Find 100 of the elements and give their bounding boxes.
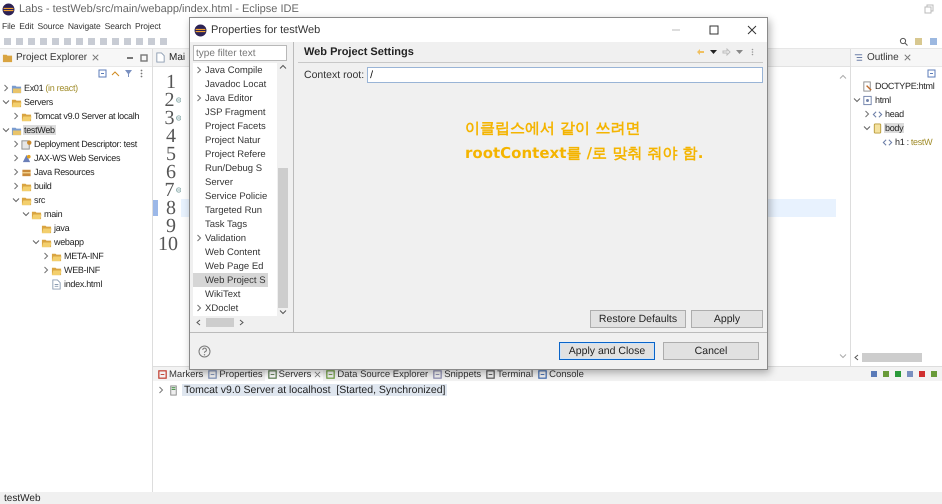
dropdown-icon[interactable] (709, 48, 718, 56)
collapse-chevron-icon[interactable] (2, 98, 10, 106)
tree-item[interactable]: Ex01 (in react) (0, 81, 81, 95)
tree-item[interactable]: java (0, 221, 74, 235)
scroll-down-icon[interactable] (279, 308, 287, 316)
expand-chevron-icon[interactable] (12, 182, 20, 190)
tree-item[interactable]: META-INF (0, 249, 108, 263)
dialog-button[interactable]: Apply (691, 310, 763, 328)
expand-chevron-icon[interactable] (195, 94, 203, 102)
collapse-chevron-icon[interactable] (2, 126, 10, 134)
collapse-all-icon[interactable] (98, 68, 107, 78)
preference-page-item[interactable]: Web Project S (193, 273, 268, 287)
tree-item[interactable]: body (851, 121, 904, 135)
dialog-button[interactable]: Restore Defaults (590, 310, 686, 328)
tree-item[interactable]: h1 : testW (851, 135, 932, 149)
close-icon[interactable] (747, 25, 757, 35)
tree-item[interactable]: Deployment Descriptor: test (0, 137, 141, 151)
tree-item[interactable]: Tomcat v9.0 Server at localh (0, 109, 144, 123)
preference-page-item[interactable]: Service Policie (193, 189, 270, 203)
link-icon[interactable] (111, 68, 120, 78)
expand-chevron-icon[interactable] (157, 386, 165, 394)
scroll-up-icon[interactable] (279, 63, 287, 71)
preference-page-item[interactable]: Java Editor (193, 91, 255, 105)
preference-page-item[interactable]: Run/Debug S (193, 161, 264, 175)
preference-page-item[interactable]: Web Content (193, 245, 262, 259)
expand-chevron-icon[interactable] (2, 84, 10, 92)
menu-item[interactable]: File (2, 21, 16, 31)
tree-item[interactable]: testWeb (0, 123, 59, 137)
preference-page-item[interactable]: Server (193, 175, 235, 189)
editor-tab[interactable]: Mai (168, 52, 186, 63)
tree-item[interactable]: index.html (0, 277, 106, 291)
collapse-chevron-icon[interactable] (863, 124, 871, 132)
line-number: 8 (165, 199, 176, 217)
preference-page-item[interactable]: Java Compile (193, 63, 265, 77)
preference-page-item[interactable]: JSP Fragment (193, 105, 268, 119)
expand-chevron-icon[interactable] (12, 154, 20, 162)
view-tab[interactable]: Properties (205, 367, 265, 381)
context-root-field[interactable]: / (367, 67, 763, 83)
expand-chevron-icon[interactable] (863, 110, 871, 118)
tree-item[interactable]: html (851, 93, 892, 107)
expand-chevron-icon[interactable] (12, 112, 20, 120)
view-tab[interactable]: Console (535, 367, 586, 381)
preference-page-item[interactable]: Project Refere (193, 147, 268, 161)
menu-item[interactable]: Edit (19, 21, 34, 31)
tree-item[interactable]: JAX-WS Web Services (0, 151, 124, 165)
server-row[interactable]: Tomcat v9.0 Server at localhost [Started, Synchronized] (153, 383, 942, 397)
view-tab[interactable]: Markers (155, 367, 206, 381)
fold-icon[interactable] (176, 115, 181, 121)
tree-item[interactable]: WEB-INF (0, 263, 104, 277)
fold-icon[interactable] (176, 97, 181, 103)
maximize-icon[interactable] (709, 25, 719, 35)
collapse-chevron-icon[interactable] (853, 96, 861, 104)
expand-chevron-icon[interactable] (42, 252, 50, 260)
preference-page-item[interactable]: Targeted Run (193, 203, 264, 217)
scroll-left-icon[interactable] (195, 319, 202, 326)
scrollbar-thumb[interactable] (206, 318, 234, 327)
tree-item[interactable]: head (851, 107, 905, 121)
preference-page-item[interactable]: Javadoc Locat (193, 77, 268, 91)
menu-item[interactable]: Search (104, 21, 131, 31)
expand-chevron-icon[interactable] (12, 168, 20, 176)
preference-page-item[interactable]: WikiText (193, 287, 242, 301)
collapse-chevron-icon[interactable] (12, 196, 20, 204)
view-tab[interactable]: Terminal (483, 367, 536, 381)
filter-field[interactable]: type filter text (193, 45, 287, 61)
tree-item[interactable]: Servers (0, 95, 57, 109)
dialog-button[interactable]: Cancel (663, 342, 759, 360)
collapse-chevron-icon[interactable] (32, 238, 40, 246)
menu-item[interactable]: Navigate (68, 21, 101, 31)
preference-page-item[interactable]: Task Tags (193, 217, 250, 231)
preference-page-item[interactable]: Validation (193, 231, 248, 245)
preference-page-item[interactable]: Project Facets (193, 119, 268, 133)
view-tab[interactable]: Snippets (430, 367, 484, 381)
tree-item[interactable]: DOCTYPE:html (851, 79, 936, 93)
expand-chevron-icon[interactable] (12, 140, 20, 148)
scroll-right-icon[interactable] (238, 319, 245, 326)
expand-chevron-icon[interactable] (42, 266, 50, 274)
collapse-all-icon[interactable] (927, 68, 936, 78)
scrollbar-thumb[interactable] (278, 168, 288, 308)
dialog-button[interactable]: Apply and Close (559, 342, 655, 360)
scrollbar-thumb[interactable] (862, 352, 922, 362)
tree-item[interactable]: webapp (0, 235, 88, 249)
servers-view-icon (266, 368, 278, 380)
tree-item[interactable]: main (0, 207, 66, 221)
view-tab[interactable]: Data Source Explorer (323, 367, 430, 381)
tree-item[interactable]: src (0, 193, 50, 207)
expand-chevron-icon[interactable] (195, 66, 203, 74)
scroll-left-icon[interactable] (853, 354, 860, 360)
expand-chevron-icon[interactable] (195, 304, 203, 312)
help-icon[interactable] (198, 344, 211, 358)
tree-item[interactable]: build (0, 179, 56, 193)
preference-page-item[interactable]: XDoclet (193, 301, 240, 315)
tree-item[interactable]: Java Resources (0, 165, 98, 179)
expand-chevron-icon[interactable] (195, 234, 203, 242)
fold-icon[interactable] (176, 187, 181, 193)
preference-page-item[interactable]: Web Page Ed (193, 259, 266, 273)
preference-page-item[interactable]: Project Natur (193, 133, 262, 147)
search-icon[interactable] (899, 36, 908, 46)
menu-item[interactable]: Source (38, 21, 64, 31)
menu-item[interactable]: Project (134, 21, 161, 31)
collapse-chevron-icon[interactable] (22, 210, 30, 218)
